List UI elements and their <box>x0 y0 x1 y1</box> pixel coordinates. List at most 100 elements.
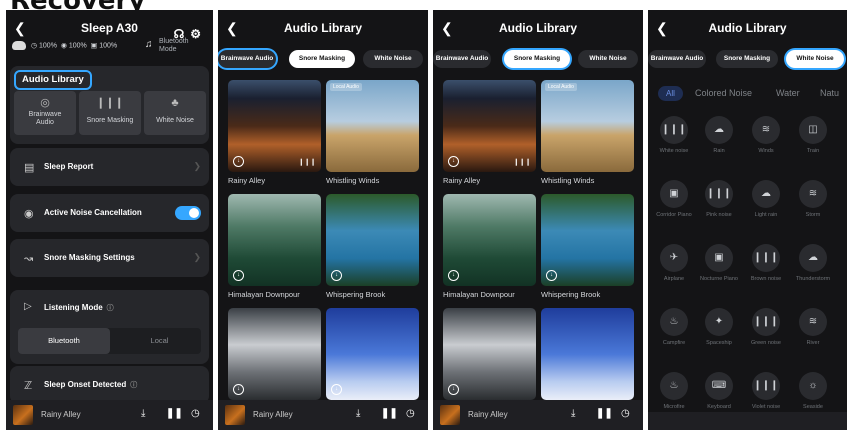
sound-thunderstorm[interactable]: ☁ Thunderstorm <box>793 244 833 283</box>
sound-spaceship[interactable]: ✦ Spaceship <box>699 308 739 347</box>
download-icon[interactable]: ↓ <box>233 156 244 167</box>
track-tile[interactable]: Local Audio <box>326 80 419 172</box>
category-water[interactable]: Water <box>776 88 800 98</box>
info-icon[interactable]: ⓘ <box>107 305 114 312</box>
sound-violet-noise[interactable]: ❙❙❙ Violet noise <box>746 372 786 411</box>
download-icon[interactable]: ⤓ <box>356 408 360 419</box>
track-tile[interactable]: ↓ <box>326 194 419 286</box>
tab-brainwave-audio[interactable]: Brainwave Audio <box>218 50 276 68</box>
track-tile[interactable]: Local Audio <box>541 80 634 172</box>
tab-snore-masking[interactable]: Snore Masking <box>289 50 355 68</box>
sound-winds[interactable]: ≋ Winds <box>746 116 786 155</box>
sound-airplane[interactable]: ✈ Airplane <box>654 244 694 283</box>
sound-light-rain[interactable]: ☁ Light rain <box>746 180 786 219</box>
tab-snore-masking[interactable]: Snore Masking <box>716 50 778 68</box>
white-noise-button[interactable]: ♣ White Noise <box>144 91 206 135</box>
download-icon[interactable]: ↓ <box>233 384 244 395</box>
track-tile[interactable]: ↓ <box>326 308 419 400</box>
tab-white-noise[interactable]: White Noise <box>363 50 423 68</box>
download-icon[interactable]: ↓ <box>233 270 244 281</box>
listening-mode-card: ▷ Listening Mode ⓘ Bluetooth Local <box>10 290 209 364</box>
tab-brainwave-audio[interactable]: Brainwave Audio <box>433 50 491 68</box>
tab-brainwave-audio[interactable]: Brainwave Audio <box>648 50 706 68</box>
sound-nocturne-piano[interactable]: ▣ Nocturne Piano <box>699 244 739 283</box>
sound-storm[interactable]: ≋ Storm <box>793 180 833 219</box>
track-tile[interactable]: ↓ ❙❙❙ <box>443 80 536 172</box>
track-tile[interactable]: ↓ <box>443 308 536 400</box>
track-tile[interactable]: ↓ ❙❙❙ <box>228 80 321 172</box>
sound-seaside[interactable]: ☼ Seaside <box>793 372 833 411</box>
download-icon[interactable]: ↓ <box>546 270 557 281</box>
earbuds-icon <box>12 41 26 50</box>
sound-brown-noise[interactable]: ❙❙❙ Brown noise <box>746 244 786 283</box>
category-colored-noise[interactable]: Colored Noise <box>695 88 752 98</box>
sound-green-noise[interactable]: ❙❙❙ Green noise <box>746 308 786 347</box>
sound-rain[interactable]: ☁ Rain <box>699 116 739 155</box>
sound-pink-noise[interactable]: ❙❙❙ Pink noise <box>699 180 739 219</box>
back-icon[interactable]: ❮ <box>14 21 26 35</box>
download-icon[interactable]: ↓ <box>331 384 342 395</box>
back-icon[interactable]: ❮ <box>226 21 238 35</box>
track-thumbnail <box>13 405 33 425</box>
header: ❮ Audio Library <box>648 16 847 40</box>
back-icon[interactable]: ❮ <box>656 21 668 35</box>
cluster-icon: ♣ <box>171 97 179 109</box>
sound-label: Green noise <box>751 340 781 346</box>
track-tile[interactable]: ↓ <box>443 194 536 286</box>
tab-white-noise[interactable]: White Noise <box>578 50 638 68</box>
brainwave-audio-label: Brainwave Audio <box>28 111 62 126</box>
category-all[interactable]: All <box>658 86 683 101</box>
track-tile[interactable]: ↓ <box>228 194 321 286</box>
sound-corridor-piano[interactable]: ▣ Corridor Piano <box>654 180 694 219</box>
pause-icon[interactable]: ❚❚ <box>381 408 398 419</box>
sound-label: Airplane <box>663 276 685 282</box>
sound-microfire[interactable]: ♨ Microfire <box>654 372 694 411</box>
pause-icon[interactable]: ❚❚ <box>166 408 183 419</box>
chevron-right-icon: ❯ <box>193 252 201 262</box>
track-tile[interactable]: ↓ <box>541 194 634 286</box>
device-screen: ❮ Sleep A30 ☊⚙ ◷ 100% ◉ 100% ▣ 100% ♫ Bl… <box>6 10 213 430</box>
tab-snore-masking[interactable]: Snore Masking <box>504 50 570 68</box>
page-title: Audio Library <box>283 21 362 35</box>
audio-library-screen-brainwave: ❮ Audio Library Brainwave Audio Snore Ma… <box>218 10 428 430</box>
download-icon[interactable]: ↓ <box>448 156 459 167</box>
category-nature[interactable]: Natu <box>820 88 839 98</box>
sound-white-noise[interactable]: ❙❙❙ White noise <box>654 116 694 155</box>
sound-icon: ☼ <box>799 372 827 400</box>
sound-icon: ☁ <box>799 244 827 272</box>
sound-icon: ≋ <box>799 308 827 336</box>
track-tile[interactable] <box>541 308 634 400</box>
sound-train[interactable]: ◫ Train <box>793 116 833 155</box>
download-icon[interactable]: ↓ <box>448 270 459 281</box>
download-icon[interactable]: ⤓ <box>141 408 145 419</box>
snore-masking-button[interactable]: ❙❙❙ Snore Masking <box>79 91 141 135</box>
timer-icon[interactable]: ◷ <box>621 408 630 419</box>
download-icon[interactable]: ↓ <box>331 270 342 281</box>
tab-white-noise[interactable]: White Noise <box>786 50 844 68</box>
track-title: Whistling Winds <box>541 176 595 185</box>
info-icon[interactable]: ⓘ <box>130 382 137 389</box>
sound-campfire[interactable]: ♨ Campfire <box>654 308 694 347</box>
timer-icon[interactable]: ◷ <box>406 408 415 419</box>
brainwave-audio-button[interactable]: ◎ Brainwave Audio <box>14 91 76 135</box>
category-tabs: Brainwave Audio Snore Masking White Nois… <box>648 48 847 70</box>
listening-mode-text: Listening Mode <box>44 303 103 312</box>
sound-icon: ▣ <box>705 244 733 272</box>
mini-player: Rainy Alley ⤓ ❚❚ ◷ <box>218 400 428 430</box>
pause-icon[interactable]: ❚❚ <box>596 408 613 419</box>
sound-keyboard[interactable]: ⌨ Keyboard <box>699 372 739 411</box>
track-tile[interactable]: ↓ <box>228 308 321 400</box>
audio-library-title[interactable]: Audio Library <box>14 70 92 90</box>
download-icon[interactable]: ↓ <box>448 384 459 395</box>
back-icon[interactable]: ❮ <box>441 21 453 35</box>
sleep-report-row[interactable]: ▤ Sleep Report ❯ <box>10 148 209 186</box>
timer-icon[interactable]: ◷ <box>191 408 200 419</box>
snore-masking-settings-row[interactable]: ↝ Snore Masking Settings ❯ <box>10 239 209 277</box>
anc-toggle[interactable] <box>175 206 201 220</box>
page-title: Sleep A30 <box>81 21 138 35</box>
sound-river[interactable]: ≋ River <box>793 308 833 347</box>
audio-library-screen-white-noise: ❮ Audio Library Brainwave Audio Snore Ma… <box>648 10 847 430</box>
download-icon[interactable]: ⤓ <box>571 408 575 419</box>
mode-option-local[interactable]: Local <box>118 328 201 354</box>
mode-option-bluetooth[interactable]: Bluetooth <box>18 328 110 354</box>
